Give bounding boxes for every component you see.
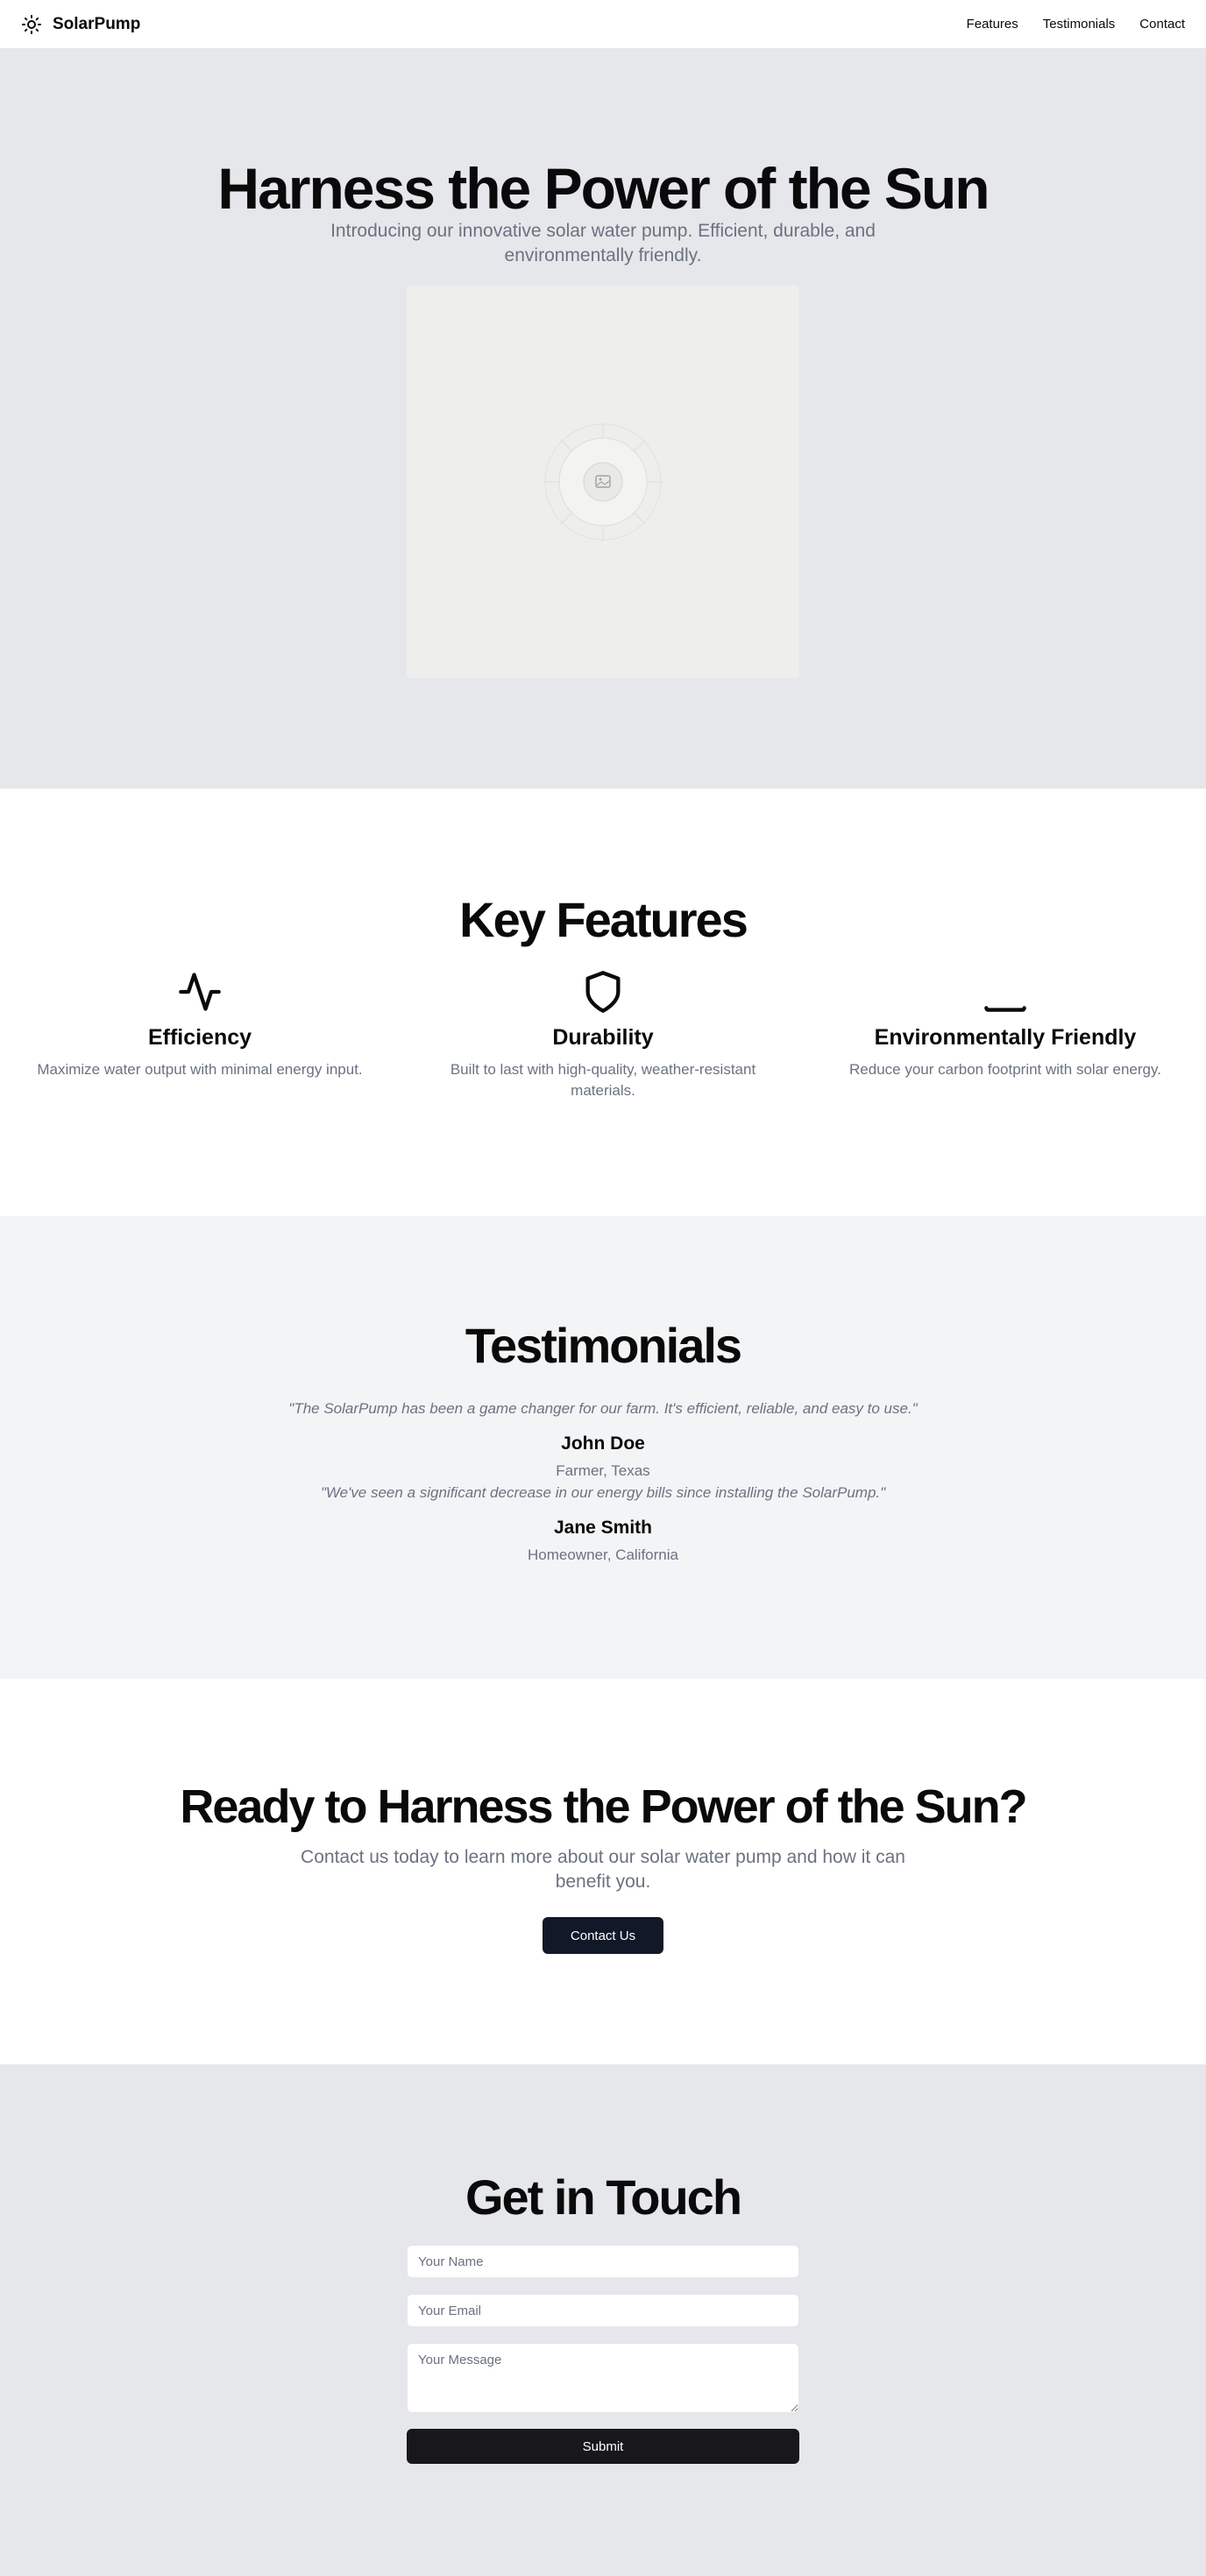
feature-description: Maximize water output with minimal energ… [37,1061,363,1078]
feature-title: Efficiency [147,1025,252,1050]
feature-description: Reduce your carbon footprint with solar … [849,1061,1161,1078]
testimonial-role: Farmer, Texas [556,1462,650,1479]
feature-card: Environmentally Friendly Reduce your car… [830,969,1181,1080]
email-field[interactable] [407,2294,799,2327]
hero-title: Harness the Power of the Sun [217,156,990,221]
contact-title: Get in Touch [465,2169,742,2225]
submit-button[interactable]: Submit [407,2429,799,2464]
site-header: SolarPump Features Testimonials Contact [0,0,1206,49]
feature-card: Durability Built to last with high-quali… [428,969,778,1101]
sun-icon [22,14,41,34]
testimonial-quote: "We've seen a significant decrease in ou… [320,1484,886,1501]
testimonial-name: Jane Smith [553,1518,653,1538]
shield-icon [585,971,621,1013]
feature-card: Efficiency Maximize water output with mi… [25,969,375,1080]
testimonials-section: Testimonials "The SolarPump has been a g… [0,1216,1206,1679]
features-title: Key Features [459,892,748,947]
feature-description: Built to last with high-quality, weather… [450,1061,756,1100]
main-nav: Features Testimonials Contact [967,17,1185,32]
testimonial-name: John Doe [561,1433,645,1454]
nav-link-features[interactable]: Features [967,17,1018,32]
nav-link-contact[interactable]: Contact [1139,17,1185,32]
contact-section: Get in Touch Submit [0,2064,1206,2576]
feature-title: Environmentally Friendly [874,1025,1137,1050]
testimonial-role: Homeowner, California [528,1546,678,1563]
leaf-icon [984,1006,1026,1012]
brand-name: SolarPump [53,14,141,33]
features-section: Key Features Efficiency Maximize water o… [0,789,1206,1216]
activity-icon [179,973,221,1011]
message-field[interactable] [407,2343,799,2413]
name-field[interactable] [407,2245,799,2278]
nav-link-testimonials[interactable]: Testimonials [1043,17,1116,32]
testimonials-title: Testimonials [465,1318,742,1373]
image-placeholder-icon [543,422,663,541]
hero-section: Harness the Power of the Sun Introducing… [0,49,1206,789]
contact-us-button[interactable]: Contact Us [543,1917,663,1954]
feature-title: Durability [552,1025,654,1050]
brand-logo[interactable]: SolarPump [21,14,140,35]
cta-title: Ready to Harness the Power of the Sun? [180,1780,1027,1833]
hero-image [407,286,799,678]
testimonial-quote: "The SolarPump has been a game changer f… [288,1400,918,1417]
hero-subtitle: Introducing our innovative solar water p… [330,221,876,266]
cta-section: Ready to Harness the Power of the Sun? C… [0,1679,1206,2064]
cta-subtitle: Contact us today to learn more about our… [301,1847,905,1893]
